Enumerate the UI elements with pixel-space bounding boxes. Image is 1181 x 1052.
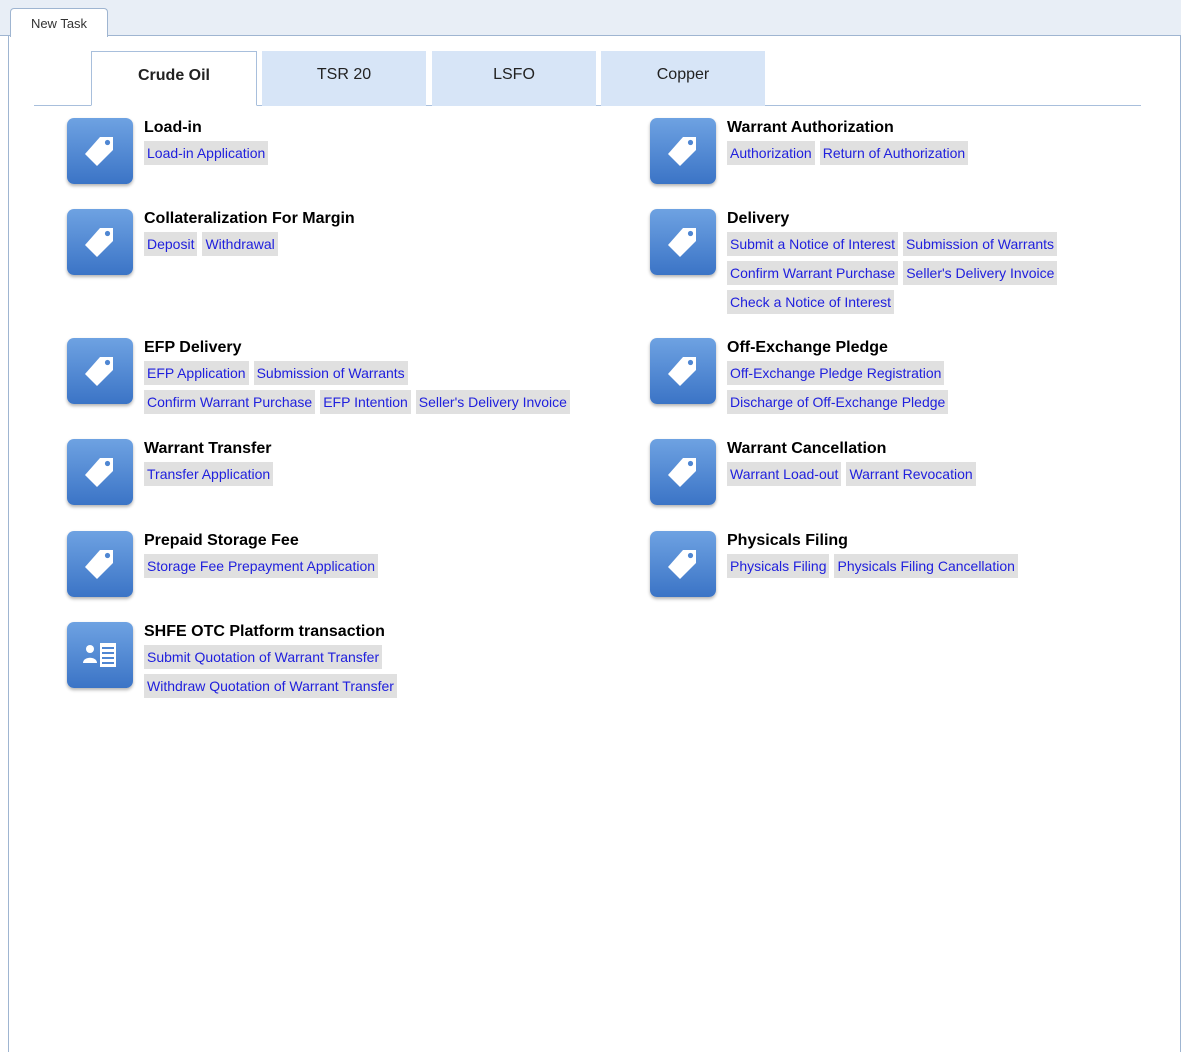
link-row: Storage Fee Prepayment Application: [144, 554, 383, 583]
link-efp-intention[interactable]: EFP Intention: [320, 390, 411, 414]
app-window: New Task Crude Oil TSR 20 LSFO Copper Lo…: [0, 0, 1181, 1052]
tab-tsr-20[interactable]: TSR 20: [262, 51, 426, 106]
link-load-in-application[interactable]: Load-in Application: [144, 141, 269, 165]
group-links: Submit a Notice of Interest Submission of…: [727, 232, 1062, 319]
link-row: Authorization Return of Authorization: [727, 141, 973, 170]
window-tab-strip: New Task: [0, 0, 1181, 37]
tag-icon: [67, 118, 133, 184]
tab-lsfo[interactable]: LSFO: [432, 51, 596, 106]
link-warrant-revocation[interactable]: Warrant Revocation: [846, 462, 976, 486]
group-title: Physicals Filing: [727, 532, 848, 549]
link-discharge-of-off-exchange-pledge[interactable]: Discharge of Off-Exchange Pledge: [727, 390, 949, 414]
link-withdrawal[interactable]: Withdrawal: [202, 232, 278, 256]
group-links: Deposit Withdrawal: [144, 232, 283, 261]
link-confirm-warrant-purchase[interactable]: Confirm Warrant Purchase: [144, 390, 316, 414]
link-submission-of-warrants[interactable]: Submission of Warrants: [902, 232, 1058, 256]
group-links: Load-in Application: [144, 141, 273, 170]
tag-icon: [650, 439, 716, 505]
tag-icon: [67, 209, 133, 275]
tag-icon: [650, 209, 716, 275]
group-title: Load-in: [144, 119, 202, 136]
link-physicals-filing[interactable]: Physicals Filing: [727, 554, 830, 578]
group-links: EFP Application Submission of Warrants Con…: [144, 361, 575, 419]
group-links: Submit Quotation of Warrant Transfer With…: [144, 645, 402, 703]
link-check-a-notice-of-interest[interactable]: Check a Notice of Interest: [727, 290, 895, 314]
group-title: SHFE OTC Platform transaction: [144, 623, 385, 640]
link-row: EFP Application Submission of Warrants: [144, 361, 575, 390]
group-title: Off-Exchange Pledge: [727, 339, 888, 356]
link-seller-s-delivery-invoice[interactable]: Seller's Delivery Invoice: [415, 390, 570, 414]
link-submit-quotation-of-warrant-transfer[interactable]: Submit Quotation of Warrant Transfer: [144, 645, 383, 669]
link-row: Check a Notice of Interest: [727, 290, 1062, 319]
link-row: Discharge of Off-Exchange Pledge: [727, 390, 953, 419]
link-row: Withdraw Quotation of Warrant Transfer: [144, 674, 402, 703]
link-row: Physicals Filing Physicals Filing Cancell…: [727, 554, 1023, 583]
group-links: Warrant Load-out Warrant Revocation: [727, 462, 981, 491]
link-deposit[interactable]: Deposit: [144, 232, 198, 256]
group-title: EFP Delivery: [144, 339, 242, 356]
link-storage-fee-prepayment-application[interactable]: Storage Fee Prepayment Application: [144, 554, 379, 578]
group-title: Warrant Cancellation: [727, 440, 887, 457]
tag-icon: [67, 439, 133, 505]
link-seller-s-delivery-invoice[interactable]: Seller's Delivery Invoice: [903, 261, 1058, 285]
tag-icon: [650, 118, 716, 184]
link-confirm-warrant-purchase[interactable]: Confirm Warrant Purchase: [727, 261, 899, 285]
tab-crude-oil[interactable]: Crude Oil: [91, 51, 257, 106]
link-authorization[interactable]: Authorization: [727, 141, 815, 165]
group-links: Storage Fee Prepayment Application: [144, 554, 383, 583]
tag-icon: [650, 531, 716, 597]
link-submission-of-warrants[interactable]: Submission of Warrants: [253, 361, 408, 385]
group-title: Warrant Transfer: [144, 440, 272, 457]
tag-icon: [67, 338, 133, 404]
tag-icon: [650, 338, 716, 404]
link-efp-application[interactable]: EFP Application: [144, 361, 249, 385]
link-transfer-application[interactable]: Transfer Application: [144, 462, 274, 486]
group-links: Authorization Return of Authorization: [727, 141, 973, 170]
group-title: Collateralization For Margin: [144, 210, 355, 227]
link-row: Submit Quotation of Warrant Transfer: [144, 645, 402, 674]
link-row: Transfer Application: [144, 462, 278, 491]
group-title: Prepaid Storage Fee: [144, 532, 299, 549]
group-title: Warrant Authorization: [727, 119, 894, 136]
contact-card-icon: [67, 622, 133, 688]
link-row: Off-Exchange Pledge Registration: [727, 361, 953, 390]
group-links: Physicals Filing Physicals Filing Cancell…: [727, 554, 1023, 583]
tag-icon: [67, 531, 133, 597]
link-row: Confirm Warrant Purchase Seller's Deliver…: [727, 261, 1062, 290]
link-row: Submit a Notice of Interest Submission of…: [727, 232, 1062, 261]
link-row: Load-in Application: [144, 141, 273, 170]
tab-new-task[interactable]: New Task: [10, 8, 108, 37]
group-links: Transfer Application: [144, 462, 278, 491]
link-row: Warrant Load-out Warrant Revocation: [727, 462, 981, 491]
tab-copper[interactable]: Copper: [601, 51, 765, 106]
link-row: Deposit Withdrawal: [144, 232, 283, 261]
link-off-exchange-pledge-registration[interactable]: Off-Exchange Pledge Registration: [727, 361, 945, 385]
group-title: Delivery: [727, 210, 790, 227]
link-physicals-filing-cancellation[interactable]: Physicals Filing Cancellation: [834, 554, 1018, 578]
group-links: Off-Exchange Pledge Registration Discharg…: [727, 361, 953, 419]
link-return-of-authorization[interactable]: Return of Authorization: [819, 141, 969, 165]
link-warrant-load-out[interactable]: Warrant Load-out: [727, 462, 842, 486]
link-row: Confirm Warrant Purchase EFP Intention Sel…: [144, 390, 575, 419]
link-submit-a-notice-of-interest[interactable]: Submit a Notice of Interest: [727, 232, 898, 256]
link-withdraw-quotation-of-warrant-transfer[interactable]: Withdraw Quotation of Warrant Transfer: [144, 674, 397, 698]
